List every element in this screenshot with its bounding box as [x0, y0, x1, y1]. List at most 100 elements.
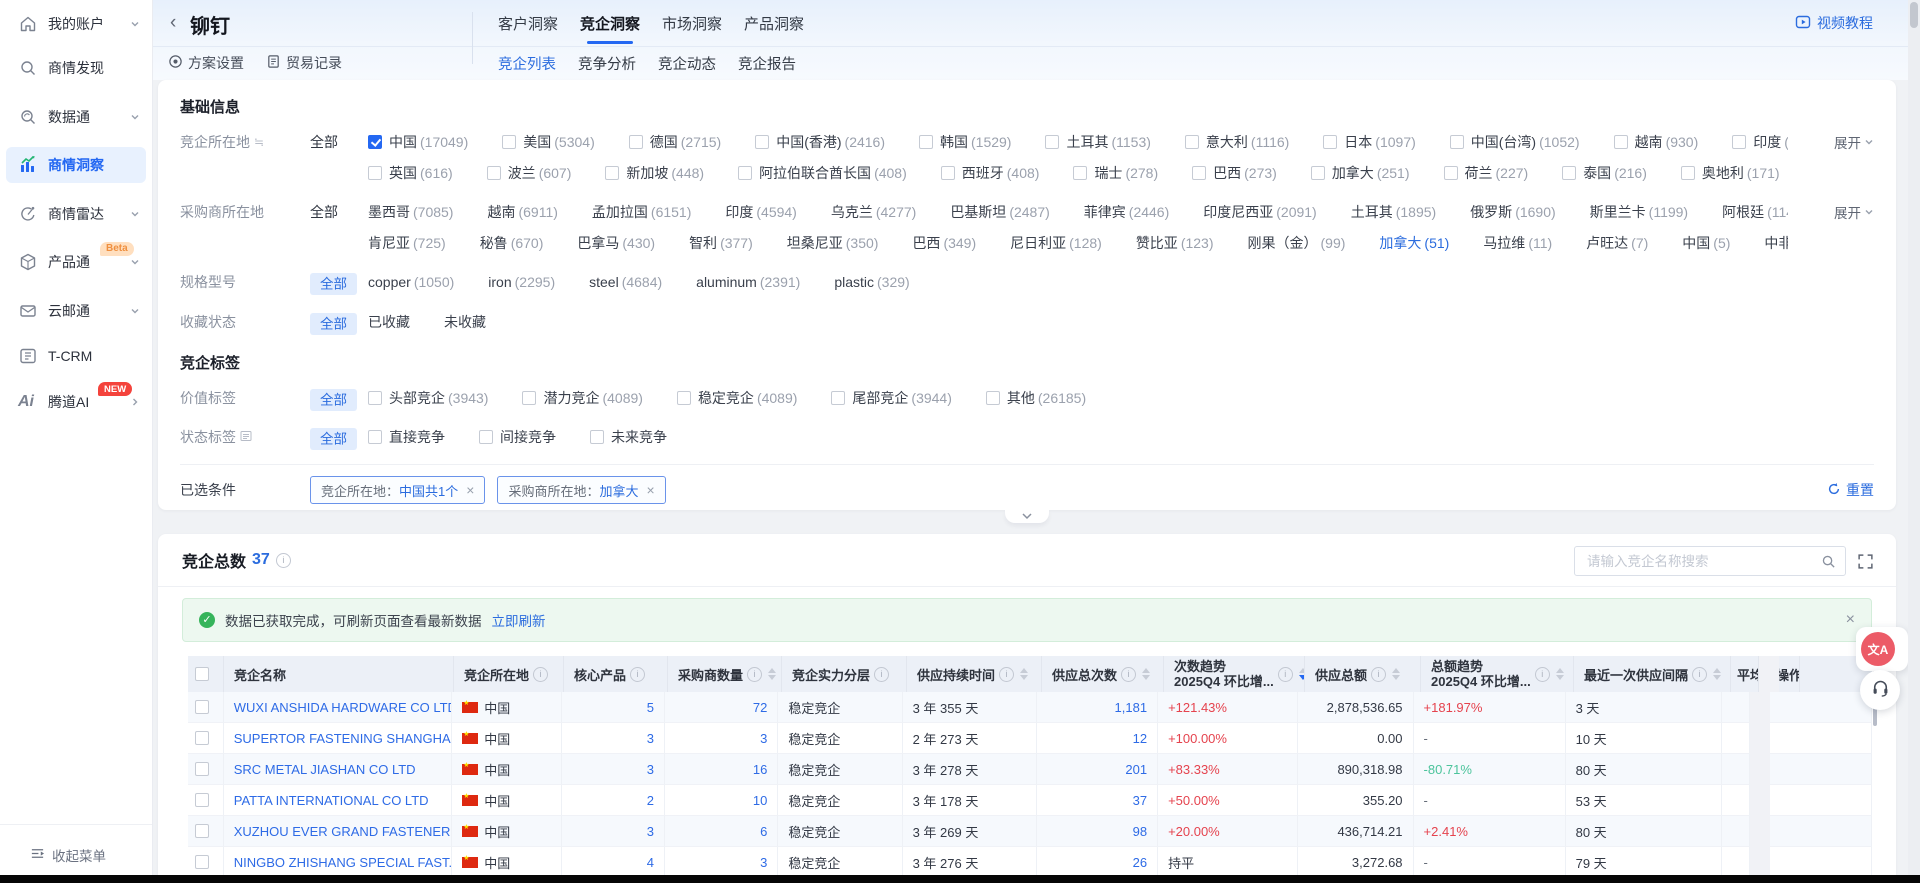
buyers-count[interactable]: 10 — [753, 793, 767, 808]
filter-option-土耳其[interactable]: 土耳其(1153) — [1045, 132, 1150, 152]
filter-option-智利[interactable]: 智利(377) — [689, 233, 753, 253]
toolbar-方案设置[interactable]: 方案设置 — [168, 53, 244, 73]
company-name-link[interactable]: WUXI ANSHIDA HARDWARE CO LTD — [234, 700, 453, 715]
filter-option-阿根廷[interactable]: 阿根廷(1140) — [1722, 202, 1788, 222]
sidebar-item-chart[interactable]: 商情洞察 — [6, 147, 146, 183]
filter-option-刚果（金）[interactable]: 刚果（金）(99) — [1248, 233, 1346, 253]
filter-option-日本[interactable]: 日本(1097) — [1323, 132, 1415, 152]
filter-option-其他[interactable]: 其他(26185) — [986, 388, 1086, 408]
checkbox[interactable] — [1614, 135, 1628, 149]
buyers-count[interactable]: 3 — [760, 731, 767, 746]
sort-control[interactable] — [1392, 668, 1400, 680]
support-float-button[interactable] — [1860, 670, 1900, 710]
info-icon[interactable]: i — [276, 553, 291, 568]
checkbox[interactable] — [590, 430, 604, 444]
checkbox[interactable] — [629, 135, 643, 149]
tab-市场洞察[interactable]: 市场洞察 — [662, 0, 722, 46]
buyers-count[interactable]: 72 — [753, 700, 767, 715]
subtab-竞企动态[interactable]: 竞企动态 — [658, 53, 716, 74]
filter-option-间接竞争[interactable]: 间接竞争 — [479, 427, 556, 447]
company-name-link[interactable]: NINGBO ZHISHANG SPECIAL FAST... — [234, 855, 453, 870]
sidebar-item-data[interactable]: 数据通 — [6, 99, 146, 135]
checkbox[interactable] — [522, 391, 536, 405]
filter-option-荷兰[interactable]: 荷兰(227) — [1444, 163, 1529, 183]
filter-option-头部竞企[interactable]: 头部竞企(3943) — [368, 388, 488, 408]
filter-option-steel[interactable]: steel(4684) — [589, 274, 662, 290]
filter-option-直接竞争[interactable]: 直接竞争 — [368, 427, 445, 447]
company-name-link[interactable]: PATTA INTERNATIONAL CO LTD — [234, 793, 429, 808]
supply-times-value[interactable]: 12 — [1133, 731, 1147, 746]
filter-option-肯尼亚[interactable]: 肯尼亚(725) — [368, 233, 446, 253]
filter-option-中非[interactable]: 中非(4) — [1764, 233, 1788, 253]
sidebar-item-home[interactable]: 我的账户 — [6, 6, 146, 42]
core-products-count[interactable]: 3 — [647, 824, 654, 839]
info-icon[interactable]: i — [747, 667, 762, 682]
filter-option-越南[interactable]: 越南(6911) — [487, 202, 557, 222]
filter-option-俄罗斯[interactable]: 俄罗斯(1690) — [1470, 202, 1555, 222]
filter-option-坦桑尼亚[interactable]: 坦桑尼亚(350) — [787, 233, 879, 253]
checkbox[interactable] — [1732, 135, 1746, 149]
all-chip[interactable]: 全部 — [310, 273, 357, 295]
filter-option-加拿大[interactable]: 加拿大(251) — [1311, 163, 1410, 183]
select-all-checkbox[interactable] — [195, 667, 209, 681]
filter-option-中国(香港)[interactable]: 中国(香港)(2416) — [755, 132, 885, 152]
filter-option-奥地利[interactable]: 奥地利(171) — [1681, 163, 1780, 183]
checkbox[interactable] — [605, 166, 619, 180]
buyers-count[interactable]: 3 — [760, 855, 767, 870]
info-icon[interactable]: i — [1278, 667, 1293, 682]
filter-option-新加坡[interactable]: 新加坡(448) — [605, 163, 704, 183]
filter-option-意大利[interactable]: 意大利(1116) — [1185, 132, 1289, 152]
chip-remove-icon[interactable]: × — [646, 482, 654, 498]
info-icon[interactable]: i — [1535, 667, 1550, 682]
supply-times-value[interactable]: 37 — [1133, 793, 1147, 808]
chip-remove-icon[interactable]: × — [466, 482, 474, 498]
checkbox[interactable] — [1311, 166, 1325, 180]
filter-option-美国[interactable]: 美国(5304) — [502, 132, 594, 152]
filter-option-土耳其[interactable]: 土耳其(1895) — [1351, 202, 1436, 222]
back-button[interactable]: ‹ — [170, 12, 176, 34]
info-icon[interactable]: i — [1692, 667, 1707, 682]
expand-link[interactable]: 展开 — [1834, 127, 1874, 157]
core-products-count[interactable]: 2 — [647, 793, 654, 808]
collapse-menu-button[interactable]: 收起菜单 — [30, 845, 106, 865]
checkbox-checked[interactable] — [368, 135, 382, 149]
row-checkbox[interactable] — [195, 762, 209, 776]
sidebar-item-tcrm[interactable]: T-CRM — [6, 338, 146, 374]
filter-option-稳定竞企[interactable]: 稳定竞企(4089) — [677, 388, 797, 408]
core-products-count[interactable]: 3 — [647, 762, 654, 777]
filter-option-巴拿马[interactable]: 巴拿马(430) — [577, 233, 655, 253]
checkbox[interactable] — [1444, 166, 1458, 180]
filter-option-孟加拉国[interactable]: 孟加拉国(6151) — [592, 202, 691, 222]
filter-option-韩国[interactable]: 韩国(1529) — [919, 132, 1011, 152]
tab-客户洞察[interactable]: 客户洞察 — [498, 0, 558, 46]
table-scroll-strip[interactable] — [1750, 847, 1770, 878]
checkbox[interactable] — [1562, 166, 1576, 180]
filter-option-印度尼西亚[interactable]: 印度尼西亚(2091) — [1203, 202, 1316, 222]
supply-times-value[interactable]: 1,181 — [1115, 700, 1148, 715]
table-scroll-strip[interactable] — [1750, 723, 1770, 754]
filter-option-中国[interactable]: 中国(5) — [1682, 233, 1730, 253]
checkbox[interactable] — [677, 391, 691, 405]
checkbox[interactable] — [1073, 166, 1087, 180]
sort-control[interactable] — [1556, 668, 1564, 680]
filter-option-斯里兰卡[interactable]: 斯里兰卡(1199) — [1590, 202, 1688, 222]
table-scroll-strip[interactable] — [1750, 785, 1770, 816]
filter-option-加拿大[interactable]: 加拿大(51) — [1379, 233, 1449, 253]
supply-times-value[interactable]: 98 — [1133, 824, 1147, 839]
info-icon[interactable]: i — [533, 667, 548, 682]
filter-all-option[interactable]: 全部 — [310, 202, 368, 222]
filter-option-中国(台湾)[interactable]: 中国(台湾)(1052) — [1450, 132, 1580, 152]
condition-chip[interactable]: 竞企所在地：中国共1个× — [310, 476, 485, 504]
info-icon[interactable]: i — [874, 667, 889, 682]
checkbox[interactable] — [1192, 166, 1206, 180]
company-name-link[interactable]: XUZHOU EVER GRAND FASTENERS... — [234, 824, 453, 839]
core-products-count[interactable]: 5 — [647, 700, 654, 715]
checkbox[interactable] — [1045, 135, 1059, 149]
filter-option-iron[interactable]: iron(2295) — [488, 274, 555, 290]
table-scroll-strip[interactable] — [1750, 692, 1770, 723]
filter-option-未来竞争[interactable]: 未来竞争 — [590, 427, 667, 447]
filter-option-德国[interactable]: 德国(2715) — [629, 132, 721, 152]
checkbox[interactable] — [831, 391, 845, 405]
company-search-input[interactable] — [1575, 554, 1821, 569]
all-chip[interactable]: 全部 — [310, 313, 357, 335]
